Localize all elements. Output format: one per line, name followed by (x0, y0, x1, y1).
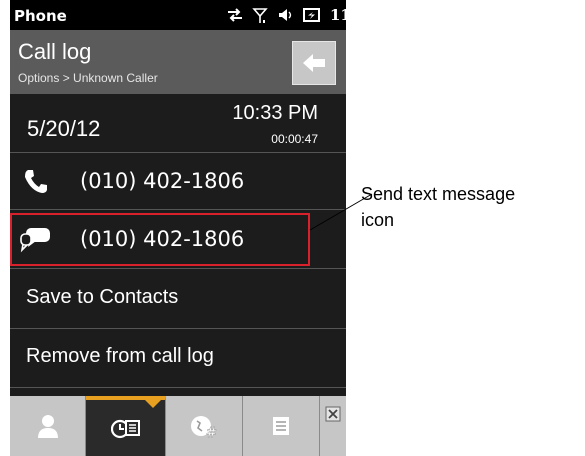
close-button[interactable] (320, 396, 346, 456)
status-bar: Phone 11:07 (10, 0, 346, 30)
status-icons: 11:07 (226, 4, 346, 26)
tab-dial-pad[interactable]: # (166, 396, 243, 456)
svg-text:#: # (206, 426, 217, 439)
call-duration: 00:00:47 (271, 132, 318, 146)
breadcrumb: Options > Unknown Caller (18, 71, 158, 85)
call-details-row: 5/20/12 10:33 PM 00:00:47 (10, 94, 346, 153)
highlight-box (10, 213, 310, 266)
page-header: Call log Options > Unknown Caller (10, 30, 346, 94)
battery-charging-icon (303, 8, 320, 22)
clock: 11:07 (330, 6, 346, 24)
volume-icon (279, 9, 292, 21)
menu-list-icon (273, 417, 289, 435)
active-tab-indicator (145, 400, 161, 408)
callout-label: Send text message icon (361, 181, 585, 233)
call-log-icon (110, 419, 140, 439)
signal-icon (252, 8, 268, 23)
phone-handset-icon (25, 170, 47, 193)
tab-menu[interactable] (243, 396, 320, 456)
call-time: 10:33 PM (232, 102, 318, 124)
phone-screen: Phone 11:07 Call log Options > U (10, 0, 346, 456)
tab-call-log[interactable] (86, 396, 166, 456)
data-connection-icon (228, 8, 242, 22)
call-date: 5/20/12 (27, 116, 101, 141)
back-button[interactable] (292, 41, 336, 85)
remove-from-call-log-item[interactable]: Remove from call log (10, 329, 346, 388)
close-icon (325, 406, 341, 422)
contact-person-icon (37, 415, 58, 438)
remove-from-call-log-label: Remove from call log (26, 345, 214, 367)
page-title: Call log (18, 39, 92, 64)
back-arrow-icon (303, 54, 325, 72)
callout-line-1: Send text message (361, 184, 516, 204)
call-number-row[interactable]: (010) 402-1806 (10, 153, 346, 210)
save-to-contacts-label: Save to Contacts (26, 286, 179, 308)
tab-contacts[interactable] (10, 396, 86, 456)
save-to-contacts-item[interactable]: Save to Contacts (10, 269, 346, 329)
call-number: (010) 402-1806 (80, 169, 245, 193)
status-title: Phone (14, 7, 67, 25)
bottom-toolbar: # (10, 396, 346, 456)
callout-line-2: icon (361, 210, 395, 230)
dial-pad-icon: # (191, 416, 217, 439)
